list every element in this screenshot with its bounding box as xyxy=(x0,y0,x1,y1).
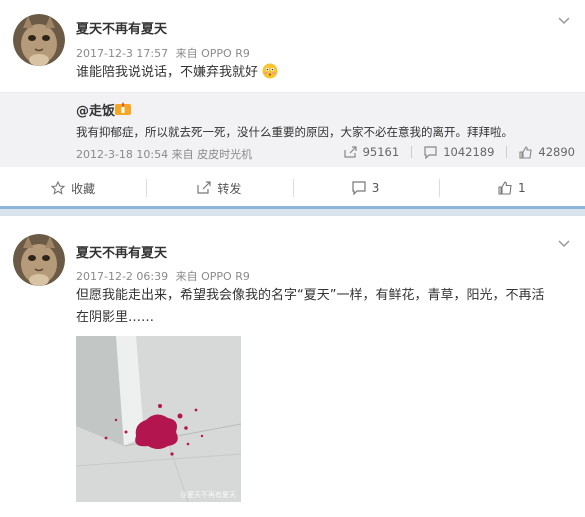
quoted-meta: 2012-3-18 10:54 来自 皮皮时光机 xyxy=(76,146,252,162)
avatar-cat-icon[interactable] xyxy=(13,14,65,66)
thumbs-up-icon xyxy=(519,145,533,159)
quoted-stats: 95161 1042189 42890 xyxy=(332,145,575,159)
post-text-line-1: 但愿我能走出来，希望我会像我的名字“夏天”一样，有鲜花，青草，阳光，不再活 xyxy=(76,288,545,303)
repost-icon xyxy=(197,181,211,194)
favorite-button[interactable]: 收藏 xyxy=(0,171,146,205)
avatar-cat-icon[interactable] xyxy=(13,234,65,286)
comment-count: 3 xyxy=(371,181,380,195)
quoted-repost-count: 95161 xyxy=(362,145,400,159)
favorite-label: 收藏 xyxy=(71,181,96,196)
stat-separator xyxy=(411,146,413,158)
stat-separator xyxy=(506,146,508,158)
flushed-face-emoji-icon xyxy=(262,63,278,79)
post-text: 但愿我能走出来，希望我会像我的名字“夏天”一样，有鲜花，青草，阳光，不再活 在阴… xyxy=(76,285,581,329)
post-source: 来自 OPPO R9 xyxy=(175,47,250,60)
star-icon xyxy=(51,181,66,195)
quoted-like-stat[interactable]: 42890 xyxy=(519,145,575,159)
post-source: 来自 OPPO R9 xyxy=(175,270,250,283)
post-divider xyxy=(0,206,585,216)
post-username[interactable]: 夏天不再有夏天 xyxy=(76,18,167,37)
quoted-comment-count: 1042189 xyxy=(443,145,495,159)
post-photo[interactable]: @夏天不再有夏天 xyxy=(76,336,241,502)
chevron-down-icon[interactable] xyxy=(557,237,571,251)
comment-icon xyxy=(352,181,366,195)
post-meta: 2017-12-3 17:57 来自 OPPO R9 xyxy=(76,45,254,61)
post-meta: 2017-12-2 06:39 来自 OPPO R9 xyxy=(76,268,254,284)
post-date[interactable]: 2017-12-2 06:39 xyxy=(76,270,168,283)
quoted-post[interactable]: @走饭 我有抑郁症，所以就去死一死，没什么重要的原因，大家不必在意我的离开。拜拜… xyxy=(0,92,585,167)
quoted-like-count: 42890 xyxy=(538,145,575,159)
weibo-post-1: 夏天不再有夏天 2017-12-3 17:57 来自 OPPO R9 谁能陪我说… xyxy=(0,0,585,206)
post-text-content: 谁能陪我说说话，不嫌弃我就好 xyxy=(76,65,259,80)
comment-icon xyxy=(424,145,437,159)
comment-button[interactable]: 3 xyxy=(292,171,439,205)
quoted-username[interactable]: @走饭 xyxy=(76,100,115,119)
repost-icon xyxy=(343,145,357,158)
like-count: 1 xyxy=(518,181,526,195)
post-text-line-2: 在阴影里…… xyxy=(76,310,155,325)
candle-badge-icon xyxy=(115,102,131,115)
post-action-bar: 收藏 转发 3 1 xyxy=(0,171,585,205)
quoted-date[interactable]: 2012-3-18 10:54 xyxy=(76,148,168,161)
repost-label: 转发 xyxy=(217,181,242,196)
quoted-repost-stat[interactable]: 95161 xyxy=(343,145,400,159)
post-text: 谁能陪我说说话，不嫌弃我就好 xyxy=(76,62,576,84)
post-username[interactable]: 夏天不再有夏天 xyxy=(76,242,167,261)
quoted-source: 来自 皮皮时光机 xyxy=(171,148,253,161)
thumbs-up-icon xyxy=(498,181,512,195)
like-button[interactable]: 1 xyxy=(438,171,585,205)
chevron-down-icon[interactable] xyxy=(557,14,571,28)
post-date[interactable]: 2017-12-3 17:57 xyxy=(76,47,168,60)
quoted-text: 我有抑郁症，所以就去死一死，没什么重要的原因，大家不必在意我的离开。拜拜啦。 xyxy=(76,125,513,139)
repost-button[interactable]: 转发 xyxy=(146,171,292,205)
photo-watermark: @夏天不再有夏天 xyxy=(180,490,236,499)
quoted-comment-stat[interactable]: 1042189 xyxy=(424,145,494,159)
